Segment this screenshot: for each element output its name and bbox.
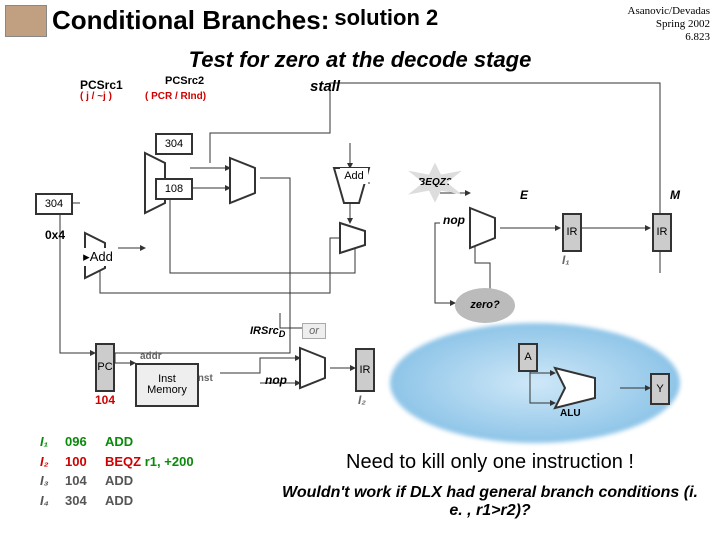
const-104: 104	[95, 393, 115, 407]
lbl-stall: stall	[310, 78, 340, 95]
lbl-E: E	[520, 188, 528, 202]
irow-3: I₃104ADD	[40, 471, 194, 491]
a-reg: A	[518, 343, 538, 372]
or-box: or	[302, 323, 326, 339]
ir-box-m: IR	[652, 213, 672, 252]
course-info: Asanovic/Devadas Spring 2002 6.823	[628, 5, 710, 45]
title-sub: solution 2	[334, 5, 438, 31]
lbl-pcsrc1-note: ( j / ~j )	[80, 91, 112, 102]
lbl-irsrc: IRSrcD	[250, 325, 285, 339]
irow-4: I₄304ADD	[40, 491, 194, 511]
lbl-pcsrc2-note: ( PCR / RInd)	[145, 91, 206, 102]
imem-box: Inst Memory	[135, 363, 199, 407]
pc-reg: PC	[95, 343, 115, 392]
ir-box-e: IR	[562, 213, 582, 252]
subtitle: Test for zero at the decode stage	[0, 47, 720, 73]
logo-icon	[5, 5, 47, 37]
course-line3: 6.823	[628, 31, 710, 44]
lbl-alu: ALU	[560, 408, 581, 419]
ir-box-d: IR	[355, 348, 375, 392]
lbl-nop1: nop	[443, 213, 465, 227]
course-line1: Asanovic/Devadas	[628, 5, 710, 18]
lbl-i2: I₂	[358, 393, 366, 407]
dlx-text: Wouldn't work if DLX had general branch …	[280, 484, 700, 520]
course-line2: Spring 2002	[628, 18, 710, 31]
lbl-pcsrc2: PCSrc2	[165, 75, 204, 87]
const-108: 108	[155, 178, 193, 200]
instruction-list: I₁096ADD I₂100BEQZ r1, +200 I₃104ADD I₄3…	[40, 432, 194, 510]
kill-text: Need to kill only one instruction !	[280, 451, 700, 474]
add-label: Add	[340, 168, 368, 184]
const-0x4: 0x4	[45, 228, 65, 242]
slide-header: Conditional Branches: solution 2 Asanovi…	[0, 0, 720, 45]
title-main: Conditional Branches:	[52, 5, 329, 36]
add-small: ▸Add	[80, 248, 116, 266]
irow-2: I₂100BEQZ r1, +200	[40, 452, 194, 472]
zero-oval: zero?	[455, 288, 515, 323]
const-304a: 304	[155, 133, 193, 155]
lbl-pcsrc1: PCSrc1	[80, 78, 123, 92]
const-304b: 304	[35, 193, 73, 215]
irow-1: I₁096ADD	[40, 432, 194, 452]
y-reg: Y	[650, 373, 670, 405]
lbl-i1: I₁	[562, 253, 570, 267]
lbl-nop2: nop	[265, 373, 287, 387]
footer-text: Need to kill only one instruction ! Woul…	[280, 451, 700, 520]
pipeline-diagram: PCSrc1 ( j / ~j ) PCSrc2 ( PCR / RInd) s…	[0, 73, 720, 433]
lbl-M: M	[670, 188, 680, 202]
lbl-addr: addr	[140, 351, 162, 362]
